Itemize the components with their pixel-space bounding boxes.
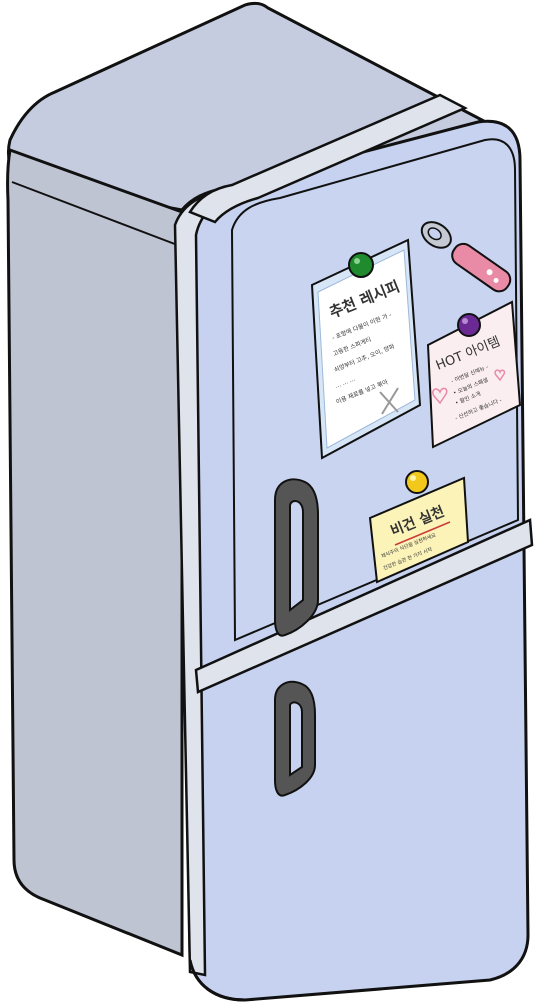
push-pin-icon <box>348 252 374 278</box>
fridge-side-face <box>6 147 184 958</box>
refrigerator-illustration: 추천 레시피 - 포항에 다물이 이현 가 - 고등한 스파게티 쇠양부터 고추… <box>6 1 534 1002</box>
push-pin-icon <box>405 470 429 494</box>
push-pin-icon <box>457 313 481 337</box>
